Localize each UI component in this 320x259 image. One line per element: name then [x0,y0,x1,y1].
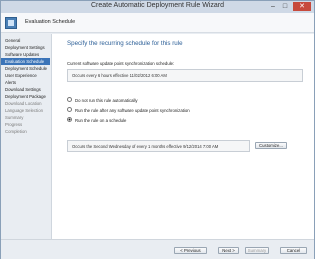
step-download-settings[interactable]: Download Settings [1,86,50,93]
sync-schedule-label: Current software update point synchroniz… [67,61,175,66]
wizard-content-panel: Specify the recurring schedule for this … [51,34,314,239]
step-download-location: Download Location [5,101,42,106]
step-language-selection: Language Selection [5,108,43,113]
title-bar: Create Automatic Deployment Rule Wizard … [1,1,314,13]
page-title: Evaluation Schedule [25,19,76,25]
wizard-page-icon [5,17,17,29]
option-label: Run the rule after any software update p… [75,108,190,113]
wizard-window: Create Automatic Deployment Rule Wizard … [0,0,315,259]
minimize-button[interactable]: – [268,2,278,11]
step-alerts[interactable]: Alerts [1,79,50,86]
option-run-on-schedule[interactable]: Run the rule on a schedule [67,117,126,124]
step-deployment-package[interactable]: Deployment Package [1,93,50,100]
option-label: Run the rule on a schedule [75,118,127,123]
close-button[interactable]: ✕ [293,2,311,11]
step-summary: Summary [5,115,24,120]
summary-button: Summary [245,247,269,254]
step-completion: Completion [5,129,27,134]
maximize-button[interactable]: □ [280,2,290,11]
step-user-experience[interactable]: User Experience [1,72,50,79]
step-software-updates[interactable]: Software Updates [1,51,50,58]
page-heading: Specify the recurring schedule for this … [67,40,183,47]
step-evaluation-schedule[interactable]: Evaluation Schedule [1,58,50,65]
wizard-header: Evaluation Schedule [1,13,314,33]
option-do-not-run[interactable]: Do not run this rule automatically [67,97,138,104]
step-general[interactable]: General [1,37,50,44]
step-deployment-schedule[interactable]: Deployment Schedule [1,65,50,72]
customize-button[interactable]: Customize... [255,142,287,149]
option-label: Do not run this rule automatically [75,98,138,103]
schedule-description-field: Occurs the Second Wednesday of every 1 m… [67,140,250,152]
previous-button[interactable]: < Previous [174,247,207,254]
next-button[interactable]: Next > [218,247,239,254]
cancel-button[interactable]: Cancel [280,247,307,254]
sync-schedule-field: Occurs every 6 hours effective 11/02/201… [67,69,303,82]
radio-icon[interactable] [67,107,72,113]
radio-icon[interactable] [67,97,72,103]
option-run-after-sync[interactable]: Run the rule after any software update p… [67,107,190,114]
radio-selected-icon[interactable] [67,117,72,123]
wizard-footer: < Previous Next > Summary Cancel [1,239,314,259]
step-progress: Progress [5,122,23,127]
wizard-steps-sidebar: General Deployment Settings Software Upd… [1,34,50,239]
step-deployment-settings[interactable]: Deployment Settings [1,44,50,51]
